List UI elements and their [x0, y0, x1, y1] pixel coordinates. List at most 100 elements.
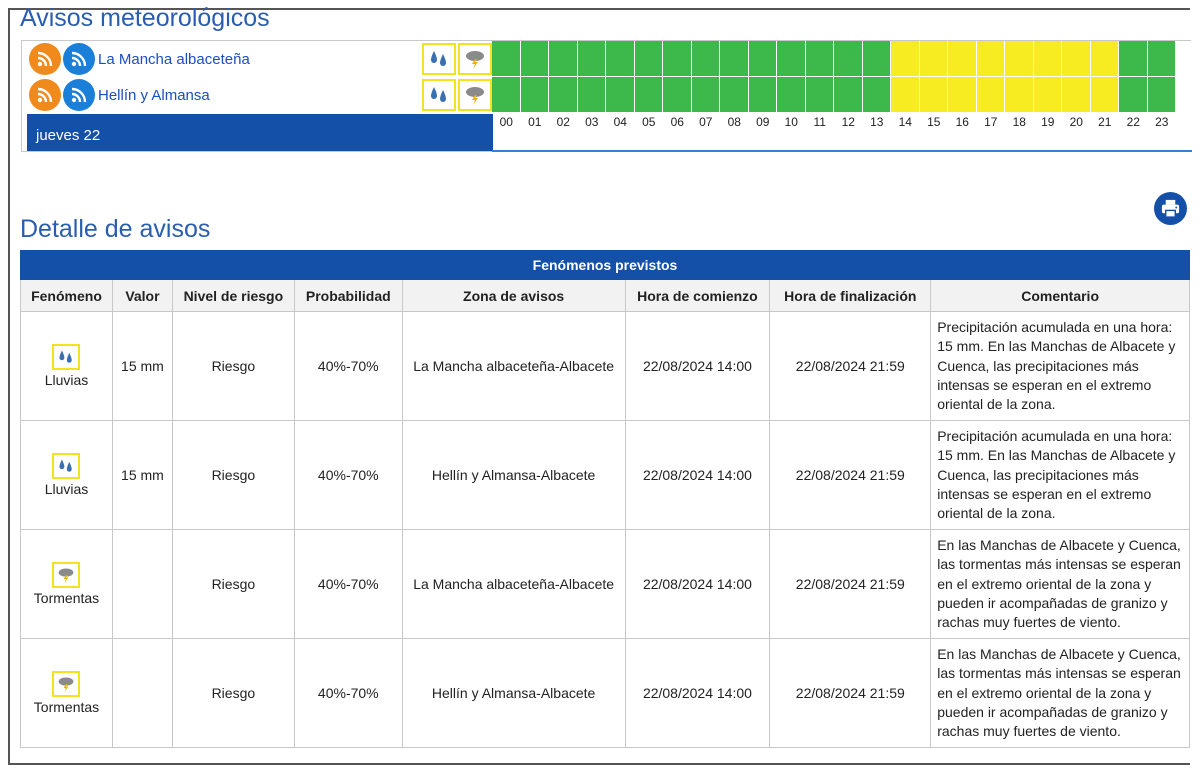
hour-level-cell: [948, 77, 977, 113]
hourly-level-grid: [492, 41, 1176, 77]
hour-level-cell: [1090, 41, 1119, 77]
start-time-cell: 22/08/2024 14:00: [624, 529, 771, 639]
hour-level-cell: [634, 77, 663, 113]
zone-phenomena-icons: [422, 41, 494, 77]
hour-level-cell: [577, 41, 606, 77]
hour-label: 03: [585, 115, 599, 129]
hour-level-cell: [1119, 41, 1148, 77]
hour-label: 10: [784, 115, 798, 129]
hour-label: 13: [870, 115, 884, 129]
zone-name-cell: Hellín y Almansa: [22, 77, 422, 113]
zone-cell: La Mancha albaceteña-Albacete: [401, 529, 626, 639]
zone-row: Hellín y Almansa: [22, 77, 1192, 113]
hour-level-cell: [1090, 77, 1119, 113]
hour-level-cell: [1005, 41, 1034, 77]
hour-level-cell: [805, 77, 834, 113]
zone-link-hellin-almansa[interactable]: Hellín y Almansa: [98, 87, 210, 104]
hour-level-cell: [1062, 77, 1091, 113]
value-cell: 15 mm: [111, 420, 173, 530]
rain-icon: [52, 344, 81, 370]
comment-cell: Precipitación acumulada en una hora: 15 …: [930, 311, 1190, 421]
table-row: Lluvias 15 mm Riesgo 40%-70% La Mancha albac…: [20, 311, 1190, 421]
rain-icon: [422, 79, 456, 111]
hour-label: 02: [556, 115, 570, 129]
hour-label: 17: [984, 115, 998, 129]
column-header: Fenómeno: [20, 279, 113, 312]
rss-feed-icon[interactable]: [29, 43, 61, 75]
start-time-cell: 22/08/2024 14:00: [624, 638, 771, 748]
hour-level-cell: [748, 77, 777, 113]
risk-cell: Riesgo: [171, 420, 295, 530]
column-header: Zona de avisos: [401, 279, 626, 312]
hour-level-cell: [862, 41, 891, 77]
zone-cell: Hellín y Almansa-Albacete: [401, 638, 626, 748]
table-row: Tormentas Riesgo 40%-70% Hellín y Almansa-A…: [20, 638, 1190, 748]
hour-level-cell: [492, 41, 521, 77]
hour-level-cell: [691, 77, 720, 113]
zone-cell: Hellín y Almansa-Albacete: [401, 420, 626, 530]
hour-label: 20: [1069, 115, 1083, 129]
zone-phenomena-icons: [422, 77, 494, 113]
comment-cell: En las Manchas de Albacete y Cuenca, las…: [930, 638, 1190, 748]
value-cell: [111, 638, 173, 748]
zone-cell: La Mancha albaceteña-Albacete: [401, 311, 626, 421]
probability-cell: 40%-70%: [293, 638, 403, 748]
value-cell: [111, 529, 173, 639]
hour-level-cell: [606, 41, 635, 77]
hour-level-cell: [549, 77, 578, 113]
hour-label: 23: [1155, 115, 1169, 129]
hour-label: 22: [1126, 115, 1140, 129]
hour-level-cell: [1119, 77, 1148, 113]
hour-level-cell: [919, 77, 948, 113]
hour-label: 04: [613, 115, 627, 129]
column-header: Comentario: [930, 279, 1190, 312]
hourly-level-grid: [492, 77, 1176, 113]
hour-level-cell: [862, 77, 891, 113]
phenomenon-label: Tormentas: [33, 590, 100, 606]
end-time-cell: 22/08/2024 21:59: [769, 311, 932, 421]
hour-label: 06: [670, 115, 684, 129]
zone-link-la-mancha[interactable]: La Mancha albaceteña: [98, 51, 250, 68]
hour-level-cell: [805, 41, 834, 77]
rain-icon: [52, 453, 81, 479]
hour-label: 15: [927, 115, 941, 129]
zone-row: La Mancha albaceteña: [22, 41, 1192, 77]
hour-level-cell: [976, 41, 1005, 77]
hour-level-cell: [1147, 77, 1176, 113]
printer-icon: [1161, 199, 1180, 218]
storm-icon: [52, 562, 81, 588]
hour-level-cell: [720, 41, 749, 77]
rain-icon: [422, 43, 456, 75]
hour-level-cell: [777, 41, 806, 77]
comment-cell: Precipitación acumulada en una hora: 15 …: [930, 420, 1190, 530]
hour-label: 21: [1098, 115, 1112, 129]
risk-cell: Riesgo: [171, 638, 295, 748]
phenomenon-label: Lluvias: [44, 372, 89, 388]
hour-level-cell: [891, 41, 920, 77]
hour-level-cell: [1033, 77, 1062, 113]
hour-level-cell: [577, 77, 606, 113]
column-header: Hora de finalización: [769, 279, 932, 312]
risk-cell: Riesgo: [171, 311, 295, 421]
print-button[interactable]: [1154, 192, 1187, 225]
hour-level-cell: [777, 77, 806, 113]
start-time-cell: 22/08/2024 14:00: [624, 311, 771, 421]
rss-feed-icon[interactable]: [63, 43, 95, 75]
hour-level-cell: [948, 41, 977, 77]
table-row: Lluvias 15 mm Riesgo 40%-70% Hellín y Almans…: [20, 420, 1190, 530]
hour-level-cell: [520, 41, 549, 77]
section-title-detalle: Detalle de avisos: [20, 215, 211, 243]
start-time-cell: 22/08/2024 14:00: [624, 420, 771, 530]
end-time-cell: 22/08/2024 21:59: [769, 638, 932, 748]
rss-feed-icon[interactable]: [29, 79, 61, 111]
hour-label: 12: [841, 115, 855, 129]
risk-cell: Riesgo: [171, 529, 295, 639]
page-title: Avisos meteorológicos: [20, 4, 270, 32]
hour-label: 16: [955, 115, 969, 129]
phenomenon-cell: Tormentas: [20, 529, 113, 639]
rss-feed-icon[interactable]: [63, 79, 95, 111]
hour-level-cell: [1033, 41, 1062, 77]
phenomenon-cell: Tormentas: [20, 638, 113, 748]
probability-cell: 40%-70%: [293, 311, 403, 421]
hour-label: 11: [813, 115, 826, 129]
